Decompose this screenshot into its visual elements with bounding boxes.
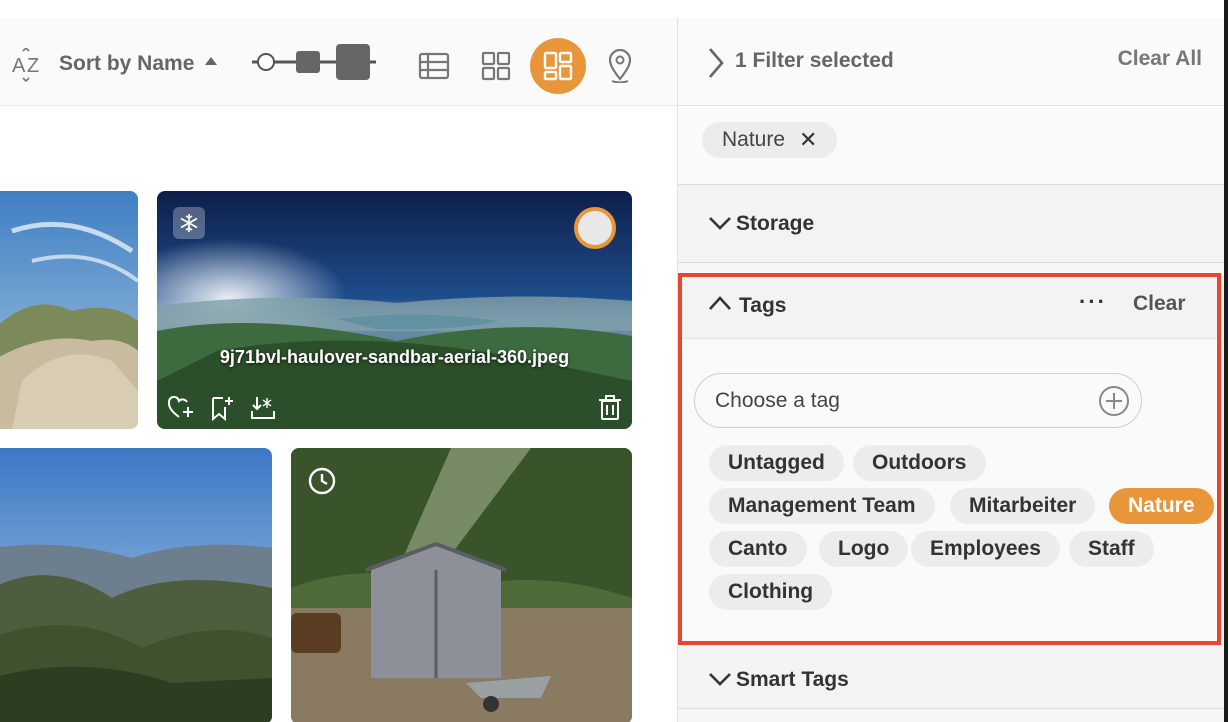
toolbar: A Z Sort by Name: [0, 18, 677, 106]
asset-tile[interactable]: [0, 448, 272, 722]
sort-by-label[interactable]: Sort by Name: [59, 52, 194, 76]
svg-text:A: A: [12, 55, 26, 77]
asset-thumbnail: [157, 191, 632, 429]
sort-az-icon[interactable]: A Z: [10, 48, 46, 82]
more-options-icon[interactable]: ···: [1079, 289, 1107, 315]
chevron-right-icon[interactable]: [706, 46, 726, 80]
filter-header: 1 Filter selected Clear All: [678, 18, 1225, 106]
plus-circle-icon[interactable]: [1098, 385, 1130, 417]
masonry-view-icon: [543, 51, 573, 81]
list-view-icon: [418, 52, 450, 80]
smart-tags-section[interactable]: Smart Tags: [678, 649, 1225, 709]
asset-browser: A Z Sort by Name 9j71bvl-haulover-sandba…: [0, 18, 677, 722]
tags-clear-button[interactable]: Clear: [1133, 292, 1186, 316]
asset-thumbnail: [0, 448, 272, 722]
tag-chip-logo[interactable]: Logo: [819, 531, 909, 567]
filter-count-label: 1 Filter selected: [735, 49, 894, 72]
chevron-down-icon: [709, 673, 731, 686]
thumbnail-size-slider[interactable]: [250, 42, 380, 82]
active-filter-chip[interactable]: Nature ✕: [702, 122, 838, 158]
tags-section-title: Tags: [739, 294, 787, 317]
masonry-view-button[interactable]: [530, 38, 586, 94]
close-icon[interactable]: ✕: [799, 127, 817, 153]
tag-chip-nature[interactable]: Nature: [1109, 488, 1214, 524]
sort-ascending-caret-icon[interactable]: [205, 57, 217, 65]
asset-tile-selected[interactable]: 9j71bvl-haulover-sandbar-aerial-360.jpeg: [157, 191, 632, 429]
window-top-strip: [0, 0, 1228, 18]
select-checkbox[interactable]: [574, 207, 616, 249]
asset-grid: 9j71bvl-haulover-sandbar-aerial-360.jpeg: [0, 106, 677, 722]
asset-thumbnail: [291, 448, 632, 722]
tags-section: Tags ··· Clear Choose a tag Untagged Out…: [678, 273, 1221, 645]
list-view-button[interactable]: [406, 38, 462, 94]
smart-tags-section-title: Smart Tags: [736, 668, 849, 691]
active-filter-label: Nature: [722, 128, 786, 151]
tag-chip-mitarbeiter[interactable]: Mitarbeiter: [950, 488, 1096, 524]
chevron-up-icon: [709, 296, 731, 310]
tag-chip-staff[interactable]: Staff: [1069, 531, 1154, 567]
storage-section-title: Storage: [736, 212, 815, 235]
trash-icon[interactable]: [598, 395, 622, 421]
filter-panel: 1 Filter selected Clear All Nature ✕ Sto…: [677, 18, 1225, 722]
tags-section-header[interactable]: Tags ··· Clear: [682, 277, 1217, 339]
snowflake-icon: [173, 207, 205, 239]
map-pin-icon: [608, 49, 632, 83]
map-view-button[interactable]: [592, 38, 648, 94]
asset-tile[interactable]: [291, 448, 632, 722]
asset-filename: 9j71bvl-haulover-sandbar-aerial-360.jpeg: [219, 347, 570, 367]
active-filters: Nature ✕: [678, 106, 1225, 185]
tag-chip-employees[interactable]: Employees: [911, 531, 1060, 567]
window-edge: [1224, 0, 1228, 722]
tile-actions: [167, 395, 277, 421]
favorite-add-icon[interactable]: [167, 395, 195, 421]
tag-chip-outdoors[interactable]: Outdoors: [853, 445, 986, 481]
tag-chip-untagged[interactable]: Untagged: [709, 445, 844, 481]
bookmark-add-icon[interactable]: [209, 395, 235, 421]
tag-chip-clothing[interactable]: Clothing: [709, 574, 833, 610]
asset-thumbnail: [0, 191, 138, 429]
svg-text:Z: Z: [27, 55, 39, 77]
clock-icon: [305, 464, 339, 498]
asset-tile[interactable]: [0, 191, 138, 429]
grid-view-button[interactable]: [468, 38, 524, 94]
storage-section[interactable]: Storage: [678, 185, 1225, 263]
tag-chip-canto[interactable]: Canto: [709, 531, 807, 567]
tag-chip-management-team[interactable]: Management Team: [709, 488, 935, 524]
download-icon[interactable]: [249, 395, 277, 421]
chevron-down-icon: [709, 217, 731, 230]
clear-all-button[interactable]: Clear All: [1118, 47, 1202, 71]
choose-tag-input[interactable]: Choose a tag: [694, 373, 1142, 428]
grid-view-icon: [481, 51, 511, 81]
